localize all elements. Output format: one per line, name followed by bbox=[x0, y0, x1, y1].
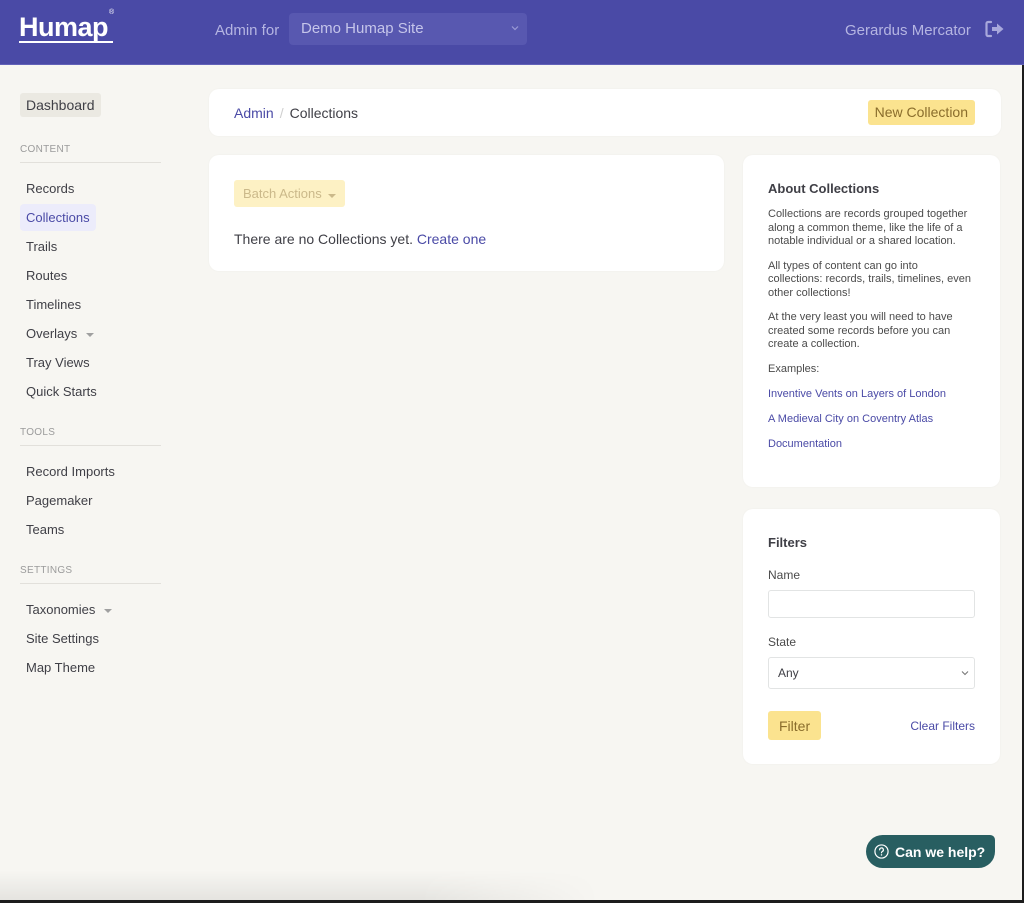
state-select-value: Any bbox=[778, 666, 799, 680]
breadcrumb-current: Collections bbox=[289, 105, 359, 121]
sidebar-item-label: Collections bbox=[20, 204, 96, 231]
empty-state-text: There are no Collections yet. bbox=[234, 231, 413, 247]
new-collection-button[interactable]: New Collection bbox=[867, 100, 975, 125]
filters-title: Filters bbox=[768, 535, 808, 550]
bottom-shadow bbox=[0, 870, 600, 903]
site-select[interactable]: Demo Humap Site bbox=[289, 13, 527, 45]
help-label: Can we help? bbox=[895, 843, 986, 860]
name-label: Name bbox=[768, 568, 801, 582]
documentation-link[interactable]: Documentation bbox=[768, 437, 975, 451]
sign-out-icon[interactable] bbox=[984, 19, 1006, 39]
sidebar-item-label: Records bbox=[26, 181, 75, 196]
sidebar-item-site-settings[interactable]: Site Settings bbox=[20, 624, 161, 653]
sidebar: Dashboard CONTENT Records Collections Tr… bbox=[20, 93, 161, 682]
create-one-link[interactable]: Create one bbox=[417, 231, 486, 247]
site-select-value: Demo Humap Site bbox=[301, 20, 424, 37]
sidebar-item-label: Teams bbox=[26, 522, 65, 537]
sidebar-item-dashboard[interactable]: Dashboard bbox=[20, 93, 101, 117]
about-paragraph: Collections are records grouped together… bbox=[768, 208, 968, 247]
sidebar-item-pagemaker[interactable]: Pagemaker bbox=[20, 486, 161, 515]
sidebar-item-overlays[interactable]: Overlays bbox=[20, 319, 161, 348]
sidebar-item-record-imports[interactable]: Record Imports bbox=[20, 457, 161, 486]
section-title-settings: SETTINGS bbox=[20, 565, 161, 584]
sidebar-item-label: Site Settings bbox=[26, 631, 99, 646]
sidebar-item-label: Map Theme bbox=[26, 660, 96, 675]
sidebar-item-records[interactable]: Records bbox=[20, 174, 161, 203]
sidebar-item-label: Quick Starts bbox=[26, 384, 97, 399]
about-collections-card: About Collections Collections are record… bbox=[743, 155, 1000, 487]
example-link-coventry-atlas[interactable]: A Medieval City on Coventry Atlas bbox=[768, 412, 975, 426]
sidebar-item-teams[interactable]: Teams bbox=[20, 515, 161, 544]
example-link-layers-of-london[interactable]: Inventive Vents on Layers of London bbox=[768, 387, 975, 401]
about-paragraph: At the very least you will need to have … bbox=[768, 311, 953, 350]
caret-down-icon bbox=[327, 194, 336, 198]
filter-button[interactable]: Filter bbox=[768, 711, 822, 740]
sidebar-section-tools: TOOLS Record Imports Pagemaker Teams bbox=[20, 427, 161, 544]
clear-filters-link[interactable]: Clear Filters bbox=[910, 719, 975, 733]
name-filter-input[interactable] bbox=[768, 590, 975, 618]
filters-card: Filters Name State Any Filter Clear Filt… bbox=[743, 509, 1000, 764]
chevron-down-icon bbox=[511, 26, 519, 31]
sidebar-item-routes[interactable]: Routes bbox=[20, 261, 161, 290]
section-title-tools: TOOLS bbox=[20, 427, 161, 446]
caret-down-icon[interactable] bbox=[86, 332, 95, 337]
user-name[interactable]: Gerardus Mercator bbox=[845, 22, 971, 39]
breadcrumb-admin-link[interactable]: Admin bbox=[234, 105, 274, 121]
about-paragraph: All types of content can go into collect… bbox=[768, 259, 971, 299]
sidebar-item-map-theme[interactable]: Map Theme bbox=[20, 653, 161, 682]
sidebar-item-label: Tray Views bbox=[26, 355, 90, 370]
chevron-down-icon bbox=[961, 671, 969, 676]
admin-for-label: Admin for bbox=[215, 22, 280, 39]
sidebar-item-label: Taxonomies bbox=[26, 602, 96, 617]
logo-text: Humap bbox=[19, 12, 109, 42]
caret-down-icon[interactable] bbox=[104, 608, 113, 613]
empty-state-message: There are no Collections yet. Create one bbox=[234, 231, 486, 247]
sidebar-item-label: Routes bbox=[26, 268, 68, 283]
batch-actions-label: Batch Actions bbox=[243, 186, 322, 201]
sidebar-item-trails[interactable]: Trails bbox=[20, 232, 161, 261]
sidebar-item-label: Overlays bbox=[26, 326, 78, 341]
sidebar-item-label: Pagemaker bbox=[26, 493, 93, 508]
state-select[interactable]: Any bbox=[768, 657, 975, 689]
examples-label: Examples: bbox=[768, 362, 820, 375]
sidebar-section-content: CONTENT Records Collections Trails Route… bbox=[20, 144, 161, 406]
sidebar-section-settings: SETTINGS Taxonomies Site Settings Map Th… bbox=[20, 565, 161, 682]
filter-actions: Filter Clear Filters bbox=[768, 711, 975, 740]
breadcrumb-card: Admin / Collections New Collection bbox=[209, 89, 1001, 136]
sidebar-item-label: Record Imports bbox=[26, 464, 115, 479]
question-circle-icon bbox=[874, 844, 889, 859]
sidebar-item-taxonomies[interactable]: Taxonomies bbox=[20, 595, 161, 624]
state-label: State bbox=[768, 635, 797, 649]
help-widget-button[interactable]: Can we help? bbox=[866, 835, 995, 868]
top-nav-bar: Humap® Admin for Demo Humap Site Gerardu… bbox=[0, 0, 1024, 65]
breadcrumb-separator: / bbox=[279, 105, 284, 121]
registered-mark: ® bbox=[109, 9, 114, 16]
sidebar-item-label: Trails bbox=[26, 239, 58, 254]
sidebar-item-collections[interactable]: Collections bbox=[20, 203, 161, 232]
section-title-content: CONTENT bbox=[20, 144, 161, 163]
sidebar-item-label: Timelines bbox=[26, 297, 82, 312]
breadcrumb: Admin / Collections bbox=[234, 105, 358, 121]
sidebar-item-quick-starts[interactable]: Quick Starts bbox=[20, 377, 161, 406]
collections-list-card: Batch Actions There are no Collections y… bbox=[209, 155, 724, 271]
batch-actions-button[interactable]: Batch Actions bbox=[234, 180, 345, 207]
humap-logo[interactable]: Humap® bbox=[19, 9, 114, 43]
sidebar-item-tray-views[interactable]: Tray Views bbox=[20, 348, 161, 377]
sidebar-item-timelines[interactable]: Timelines bbox=[20, 290, 161, 319]
about-title: About Collections bbox=[768, 181, 880, 196]
